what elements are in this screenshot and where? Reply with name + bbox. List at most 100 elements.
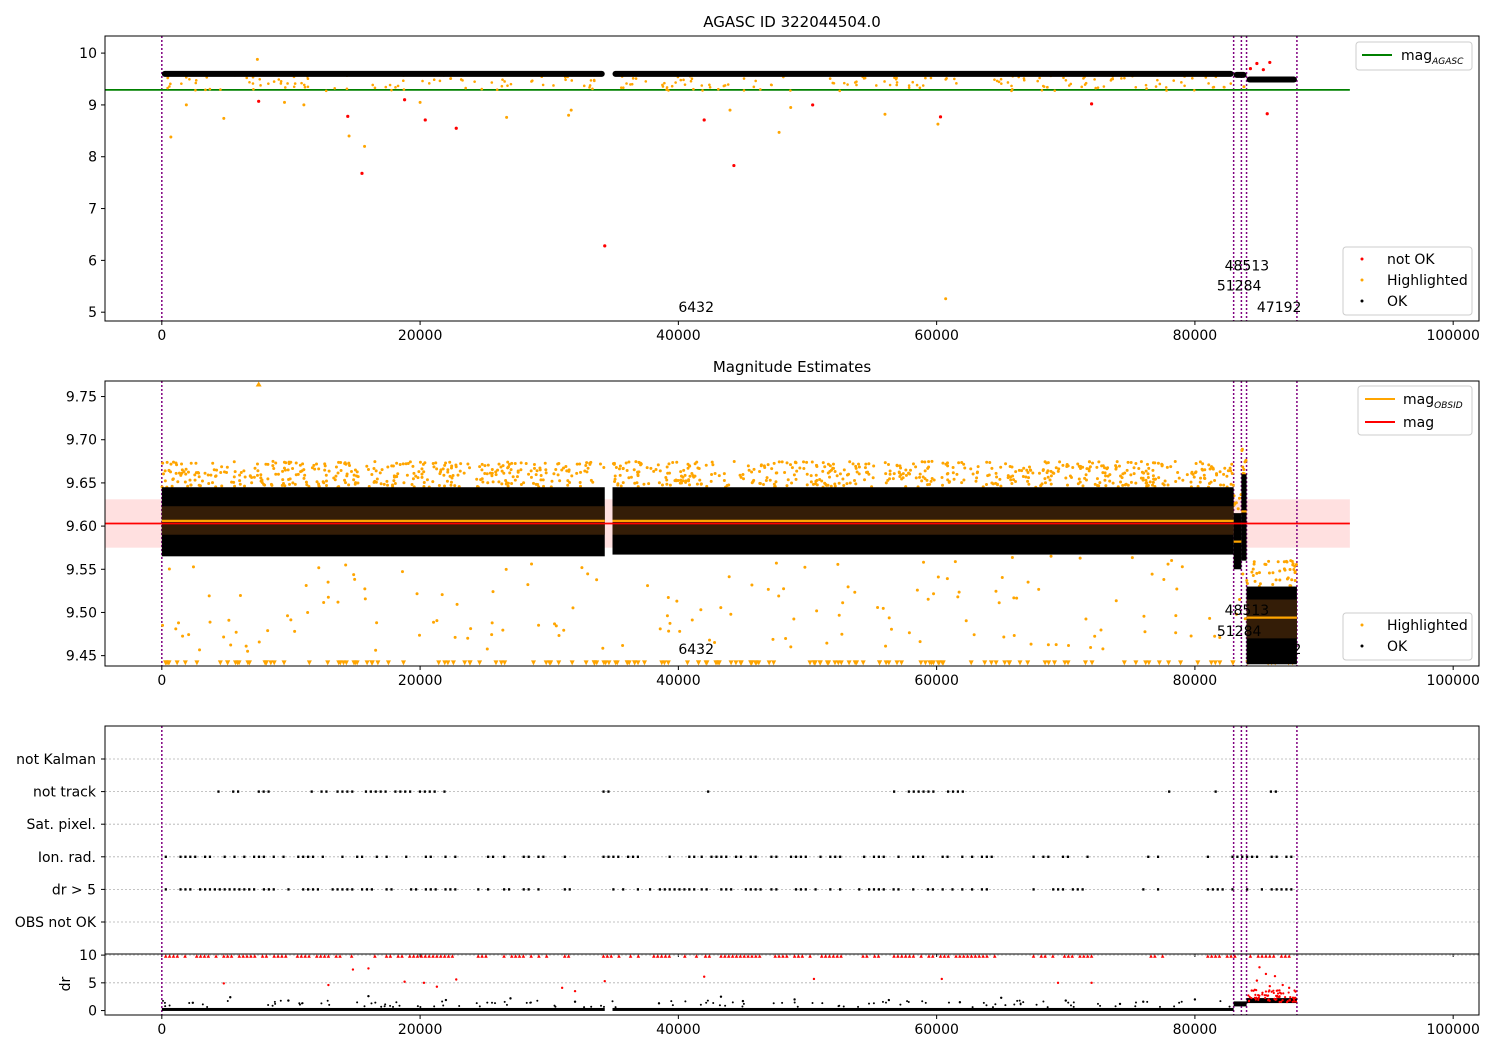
dr-not-ok-point <box>1281 983 1284 987</box>
highlighted-point <box>238 479 242 483</box>
highlighted-point <box>1093 634 1097 638</box>
highlighted-point <box>534 482 538 486</box>
highlighted-point <box>557 634 561 638</box>
highlighted-point <box>853 590 857 594</box>
highlighted-point <box>951 471 955 475</box>
highlighted-point <box>741 472 745 476</box>
highlighted-point <box>352 573 356 577</box>
highlighted-point <box>1162 577 1166 581</box>
highlighted-point <box>711 463 715 467</box>
highlighted-point <box>888 83 892 87</box>
flag-marker <box>243 855 246 858</box>
highlighted-point <box>501 78 504 81</box>
flag-marker <box>184 855 187 858</box>
flag-marker <box>829 888 832 891</box>
highlighted-point <box>301 462 305 466</box>
flag-marker <box>612 855 615 858</box>
flag-marker <box>568 888 571 891</box>
dr-ok-point <box>287 999 290 1002</box>
highlighted-point <box>564 78 567 82</box>
highlighted-point <box>1126 460 1130 464</box>
not-ok-point <box>702 118 706 122</box>
flag-marker <box>307 888 310 891</box>
highlighted-point <box>526 583 530 587</box>
x-tick-label: 100000 <box>1426 1022 1479 1038</box>
highlighted-point <box>276 472 280 476</box>
highlighted-point <box>1251 573 1255 577</box>
highlighted-point <box>886 462 890 466</box>
highlighted-point <box>891 477 895 481</box>
highlighted-point <box>772 482 776 486</box>
highlighted-point <box>810 460 814 464</box>
dr-not-ok-point <box>1287 986 1291 990</box>
highlighted-point <box>437 483 441 487</box>
figure: AGASC ID 322044504.0 6432485135128447192… <box>0 0 1500 1050</box>
highlighted-point <box>506 84 509 87</box>
flag-category-label: Ion. rad. <box>38 850 96 866</box>
flag-marker <box>1156 888 1160 891</box>
dr-ok-point <box>168 1004 171 1007</box>
highlighted-point <box>665 86 669 89</box>
dr-not-ok-point <box>1291 1000 1294 1003</box>
highlighted-point <box>1226 469 1230 473</box>
highlighted-point <box>448 474 452 478</box>
highlighted-point <box>294 461 298 465</box>
highlighted-point <box>907 86 911 89</box>
highlighted-point <box>751 480 755 484</box>
highlighted-point <box>999 465 1003 469</box>
highlighted-point <box>272 467 276 471</box>
dr-ok-point <box>201 1003 204 1006</box>
flag-marker <box>607 855 610 858</box>
highlighted-point <box>693 474 697 478</box>
flag-marker <box>491 855 495 858</box>
highlighted-point <box>795 469 799 473</box>
flag-category-label: not Kalman <box>16 752 96 768</box>
highlighted-point <box>851 462 855 466</box>
dr-not-ok-point <box>367 967 370 970</box>
flag-marker <box>990 855 993 858</box>
highlighted-point <box>1154 85 1158 88</box>
highlighted-point <box>530 80 533 83</box>
highlighted-point <box>302 476 306 480</box>
highlighted-point <box>668 483 672 487</box>
highlighted-point <box>752 467 756 471</box>
flag-marker <box>404 790 407 793</box>
flag-marker <box>331 888 334 891</box>
highlighted-point <box>343 461 347 465</box>
highlighted-point <box>1162 483 1166 487</box>
highlighted-point <box>365 464 369 468</box>
highlighted-point <box>637 460 641 464</box>
highlighted-point <box>222 470 226 474</box>
highlighted-point <box>826 483 830 487</box>
highlighted-point <box>519 461 523 465</box>
flag-marker <box>720 888 723 891</box>
highlighted-point <box>1264 562 1268 566</box>
highlighted-point <box>895 464 899 468</box>
highlighted-point <box>742 77 746 80</box>
flag-marker <box>926 888 930 891</box>
highlighted-point <box>259 84 262 87</box>
flag-marker <box>302 855 305 858</box>
flag-marker <box>931 888 934 891</box>
highlighted-point <box>988 461 992 465</box>
highlighted-point <box>1027 482 1031 486</box>
highlighted-point <box>562 628 566 632</box>
highlighted-point <box>510 481 514 485</box>
highlighted-point <box>1192 88 1196 92</box>
highlighted-point <box>898 475 902 479</box>
highlighted-point <box>1051 471 1055 475</box>
highlighted-point <box>292 85 296 89</box>
highlighted-point <box>904 468 908 472</box>
highlighted-point <box>253 466 257 470</box>
highlighted-point <box>1242 85 1246 89</box>
flag-marker <box>199 888 202 891</box>
dr-ok-point <box>389 1004 392 1007</box>
highlighted-point <box>1289 559 1293 563</box>
highlighted-point <box>815 478 819 482</box>
highlighted-point <box>263 483 267 487</box>
highlighted-point <box>251 82 255 85</box>
obsid-label: 47192 <box>1257 300 1302 316</box>
highlighted-point <box>613 474 617 478</box>
highlighted-point <box>1084 617 1088 621</box>
highlighted-point <box>1095 477 1099 481</box>
